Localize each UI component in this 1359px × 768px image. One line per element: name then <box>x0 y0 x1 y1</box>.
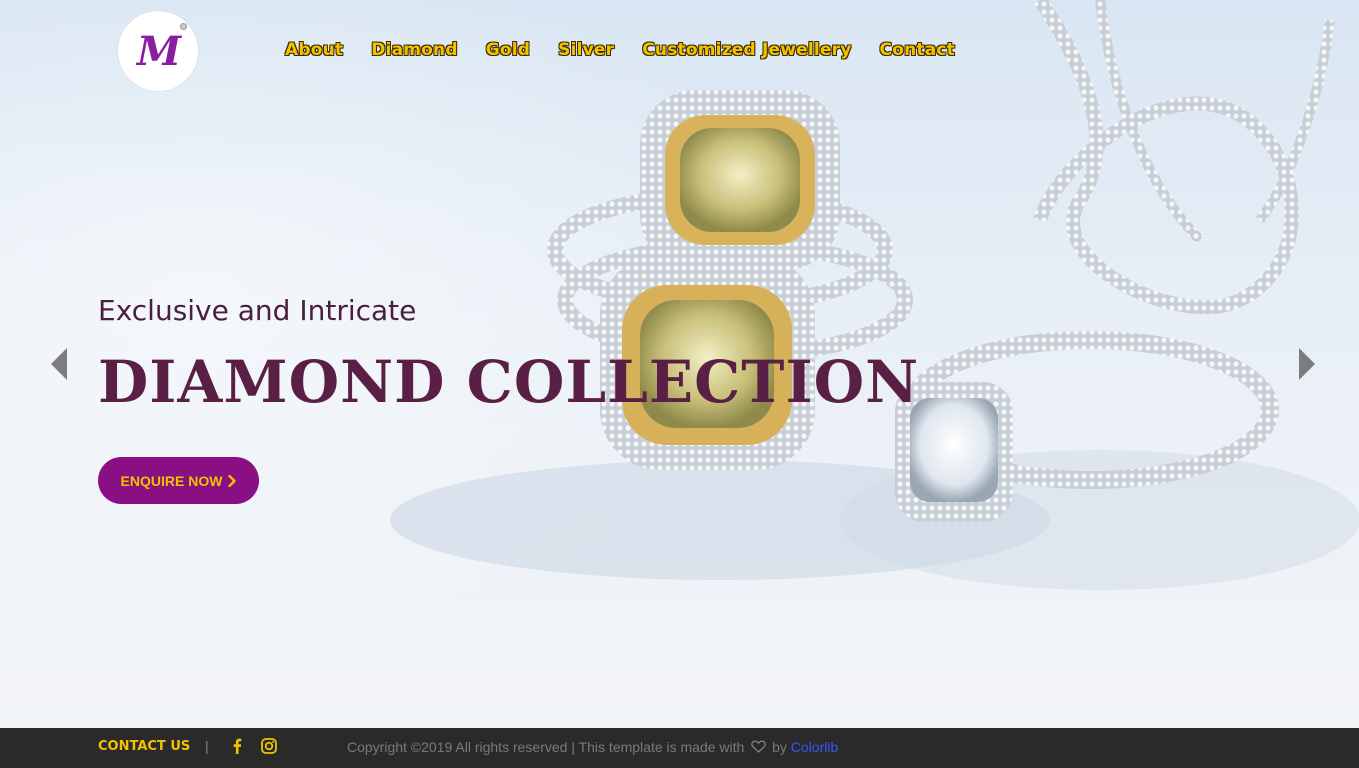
hero-title: DIAMOND COLLECTION <box>98 348 920 416</box>
by-text: by <box>772 739 787 755</box>
nav-about[interactable]: About <box>285 40 343 66</box>
copyright-text: Copyright ©2019 All rights reserved | Th… <box>347 739 838 755</box>
logo-monogram: M <box>136 27 181 75</box>
footer-separator: | <box>205 738 209 754</box>
footer-bar: CONTACT US | Copyright ©2019 All rights … <box>0 728 1359 768</box>
enquire-now-button[interactable]: ENQUIRE NOW <box>98 457 259 504</box>
brand-logo[interactable]: M <box>118 11 198 91</box>
heart-outline-icon <box>751 740 766 753</box>
nav-contact[interactable]: Contact <box>880 40 955 66</box>
nav-gold[interactable]: Gold <box>486 40 530 66</box>
contact-us-link[interactable]: CONTACT US <box>98 739 190 754</box>
slider-prev-arrow-icon[interactable] <box>50 347 68 381</box>
copyright-prefix: Copyright ©2019 All rights reserved | Th… <box>347 739 745 755</box>
nav-customized-jewellery[interactable]: Customized Jewellery <box>642 40 851 66</box>
hero-subtitle: Exclusive and Intricate <box>98 294 417 327</box>
enquire-now-label: ENQUIRE NOW <box>120 472 223 489</box>
instagram-icon[interactable] <box>260 737 278 755</box>
colorlib-link[interactable]: Colorlib <box>791 739 838 755</box>
main-nav: About Diamond Gold Silver Customized Jew… <box>285 40 955 66</box>
slider-next-arrow-icon[interactable] <box>1298 347 1316 381</box>
logo-diamond-dot <box>180 23 187 30</box>
nav-silver[interactable]: Silver <box>558 40 614 66</box>
nav-diamond[interactable]: Diamond <box>371 40 457 66</box>
chevron-right-icon <box>228 474 237 487</box>
facebook-icon[interactable] <box>228 737 246 755</box>
hero-slider: M About Diamond Gold Silver Customized J… <box>0 0 1359 728</box>
